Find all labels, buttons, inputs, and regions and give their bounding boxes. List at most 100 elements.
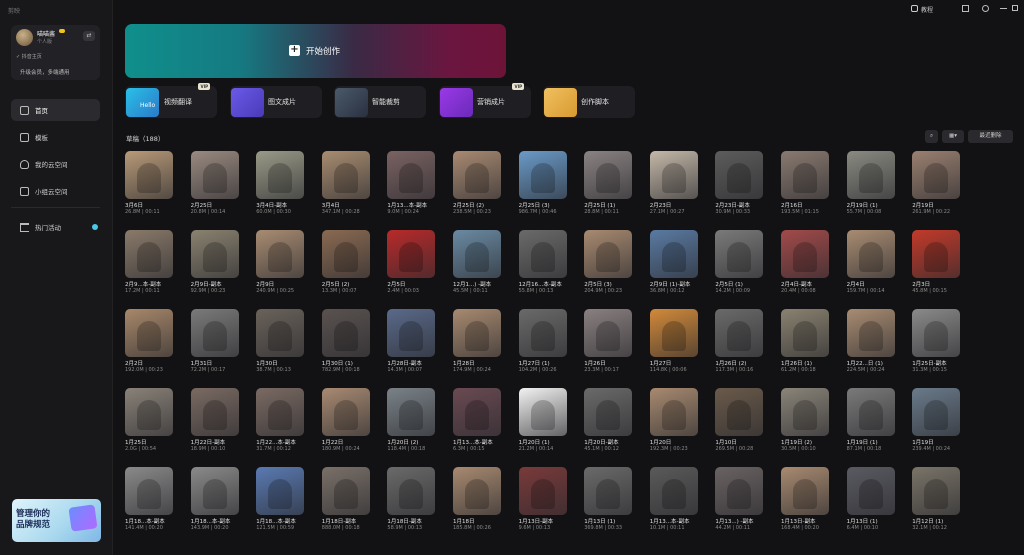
- draft-card[interactable]: 1月18...本-副本 141.4M | 00:20: [125, 467, 173, 545]
- draft-thumbnail[interactable]: [190, 467, 239, 515]
- draft-card[interactable]: 2月4日 159.7M | 00:14: [846, 230, 895, 308]
- draft-card[interactable]: 2月5日 (3) 204.9M | 00:23: [584, 230, 633, 308]
- draft-thumbnail[interactable]: [584, 309, 633, 357]
- draft-thumbnail[interactable]: [715, 230, 764, 278]
- draft-card[interactable]: 3月6日 26.8M | 00:11: [125, 151, 173, 229]
- draft-card[interactable]: 1月22...本-副本 31.7M | 00:12: [256, 388, 305, 466]
- douyin-home-link[interactable]: ✓ 抖音主页: [16, 53, 42, 60]
- draft-card[interactable]: 2月9日-副本 92.9M | 00:23: [190, 230, 239, 308]
- recent-delete-button[interactable]: 最近删除: [968, 130, 1013, 143]
- brand-promo-banner[interactable]: 管理你的 品牌规范: [12, 499, 101, 542]
- tool-creative-script[interactable]: 创作脚本: [543, 86, 635, 118]
- draft-thumbnail[interactable]: [715, 151, 764, 199]
- draft-thumbnail[interactable]: [125, 151, 173, 199]
- tool-video-translate[interactable]: Hello 视频翻译 VIP: [125, 83, 217, 118]
- draft-card[interactable]: 2月3日 45.8M | 00:15: [912, 230, 961, 308]
- draft-thumbnail[interactable]: [518, 388, 567, 436]
- draft-thumbnail[interactable]: [125, 467, 173, 515]
- draft-thumbnail[interactable]: [125, 230, 173, 278]
- tool-image-to-video[interactable]: 图文成片: [230, 86, 322, 118]
- draft-thumbnail[interactable]: [912, 230, 961, 278]
- draft-card[interactable]: 2月5日 (2) 13.3M | 00:07: [321, 230, 370, 308]
- draft-card[interactable]: 2月25日 (1) 28.8M | 00:11: [584, 151, 633, 229]
- draft-card[interactable]: 1月20日 192.3M | 00:23: [649, 388, 698, 466]
- draft-card[interactable]: 1月27日 (1) 104.2M | 00:26: [518, 309, 567, 387]
- draft-thumbnail[interactable]: [387, 151, 436, 199]
- draft-thumbnail[interactable]: [190, 230, 239, 278]
- sidebar-item-template[interactable]: 模板: [11, 126, 100, 148]
- draft-card[interactable]: 1月13...本-副本 9.0M | 00:24: [387, 151, 436, 229]
- draft-thumbnail[interactable]: [190, 151, 239, 199]
- draft-thumbnail[interactable]: [518, 151, 567, 199]
- draft-thumbnail[interactable]: [518, 467, 567, 515]
- draft-thumbnail[interactable]: [846, 467, 895, 515]
- draft-thumbnail[interactable]: [781, 309, 829, 357]
- draft-card[interactable]: 2月5日 2.4M | 00:03: [387, 230, 436, 308]
- draft-thumbnail[interactable]: [125, 388, 173, 436]
- draft-thumbnail[interactable]: [256, 151, 305, 199]
- draft-card[interactable]: 1月28日-副本 14.3M | 00:07: [387, 309, 436, 387]
- draft-thumbnail[interactable]: [781, 151, 829, 199]
- draft-card[interactable]: 1月13...本-副本 10.1M | 00:11: [649, 467, 698, 545]
- tutorial-button[interactable]: 教程: [921, 5, 933, 14]
- draft-thumbnail[interactable]: [518, 309, 567, 357]
- draft-thumbnail[interactable]: [649, 467, 698, 515]
- draft-card[interactable]: 1月31日 72.2M | 00:17: [190, 309, 239, 387]
- draft-thumbnail[interactable]: [387, 388, 436, 436]
- draft-card[interactable]: 2月19日 261.9M | 00:22: [912, 151, 961, 229]
- draft-thumbnail[interactable]: [256, 309, 305, 357]
- draft-card[interactable]: 1月10日 269.5M | 00:28: [715, 388, 764, 466]
- draft-card[interactable]: 2月23日 27.1M | 00:27: [649, 151, 698, 229]
- draft-thumbnail[interactable]: [518, 230, 567, 278]
- draft-card[interactable]: 1月27日 114.8K | 00:06: [649, 309, 698, 387]
- draft-thumbnail[interactable]: [321, 467, 370, 515]
- draft-card[interactable]: 1月13日-副本 168.4M | 00:20: [781, 467, 829, 545]
- draft-thumbnail[interactable]: [321, 230, 370, 278]
- draft-card[interactable]: 2月9日 240.9M | 00:25: [256, 230, 305, 308]
- draft-card[interactable]: 1月19日 (2) 30.5M | 00:10: [781, 388, 829, 466]
- draft-card[interactable]: 2月25日 (2) 238.5M | 00:23: [453, 151, 501, 229]
- message-icon[interactable]: [962, 5, 969, 12]
- draft-thumbnail[interactable]: [125, 309, 173, 357]
- draft-thumbnail[interactable]: [846, 388, 895, 436]
- draft-thumbnail[interactable]: [321, 151, 370, 199]
- draft-card[interactable]: 1月18...本-副本 121.5M | 00:59: [256, 467, 305, 545]
- draft-thumbnail[interactable]: [846, 151, 895, 199]
- minimize-icon[interactable]: [1000, 5, 1007, 9]
- draft-card[interactable]: 1月25日 2.0G | 00:54: [125, 388, 173, 466]
- tutorial-icon[interactable]: [911, 5, 918, 12]
- draft-card[interactable]: 1月22日 180.9M | 00:24: [321, 388, 370, 466]
- draft-card[interactable]: 1月20日-副本 45.1M | 00:12: [584, 388, 633, 466]
- draft-thumbnail[interactable]: [584, 467, 633, 515]
- draft-thumbnail[interactable]: [781, 467, 829, 515]
- sidebar-item-my-cloud[interactable]: 我的云空间: [11, 153, 100, 175]
- search-icon[interactable]: ⌕: [925, 130, 938, 143]
- draft-thumbnail[interactable]: [453, 151, 501, 199]
- tool-smart-crop[interactable]: 智能裁剪: [334, 86, 426, 118]
- draft-thumbnail[interactable]: [321, 388, 370, 436]
- draft-thumbnail[interactable]: [649, 230, 698, 278]
- draft-card[interactable]: 1月19日 239.4M | 00:24: [912, 388, 961, 466]
- draft-card[interactable]: 1月20日 (2) 118.4M | 00:18: [387, 388, 436, 466]
- draft-card[interactable]: 2月4日-副本 20.4M | 00:08: [781, 230, 829, 308]
- draft-card[interactable]: 1月26日 (1) 61.2M | 00:18: [781, 309, 829, 387]
- draft-card[interactable]: 2月16日 193.5M | 01:15: [781, 151, 829, 229]
- draft-card[interactable]: 2月25日 (3) 986.7M | 00:46: [518, 151, 567, 229]
- draft-card[interactable]: 3月4日 347.1M | 00:28: [321, 151, 370, 229]
- draft-thumbnail[interactable]: [453, 467, 501, 515]
- draft-card[interactable]: 1月13...) -副本 44.2M | 00:11: [715, 467, 764, 545]
- draft-thumbnail[interactable]: [781, 388, 829, 436]
- draft-thumbnail[interactable]: [584, 388, 633, 436]
- draft-card[interactable]: 1月20日 (1) 21.2M | 00:14: [518, 388, 567, 466]
- draft-card[interactable]: 1月28日 174.9M | 00:24: [453, 309, 501, 387]
- draft-card[interactable]: 1月25日-副本 31.3M | 00:15: [912, 309, 961, 387]
- draft-thumbnail[interactable]: [912, 151, 961, 199]
- tool-marketing-video[interactable]: 营销成片 VIP: [439, 83, 531, 118]
- switch-account-button[interactable]: ⇄: [83, 31, 95, 41]
- draft-thumbnail[interactable]: [715, 467, 764, 515]
- draft-card[interactable]: 12月1...) -副本 45.5M | 00:11: [453, 230, 501, 308]
- draft-card[interactable]: 1月13日 (1) 6.4M | 00:10: [846, 467, 895, 545]
- maximize-icon[interactable]: [1012, 5, 1018, 11]
- draft-thumbnail[interactable]: [846, 230, 895, 278]
- draft-thumbnail[interactable]: [256, 467, 305, 515]
